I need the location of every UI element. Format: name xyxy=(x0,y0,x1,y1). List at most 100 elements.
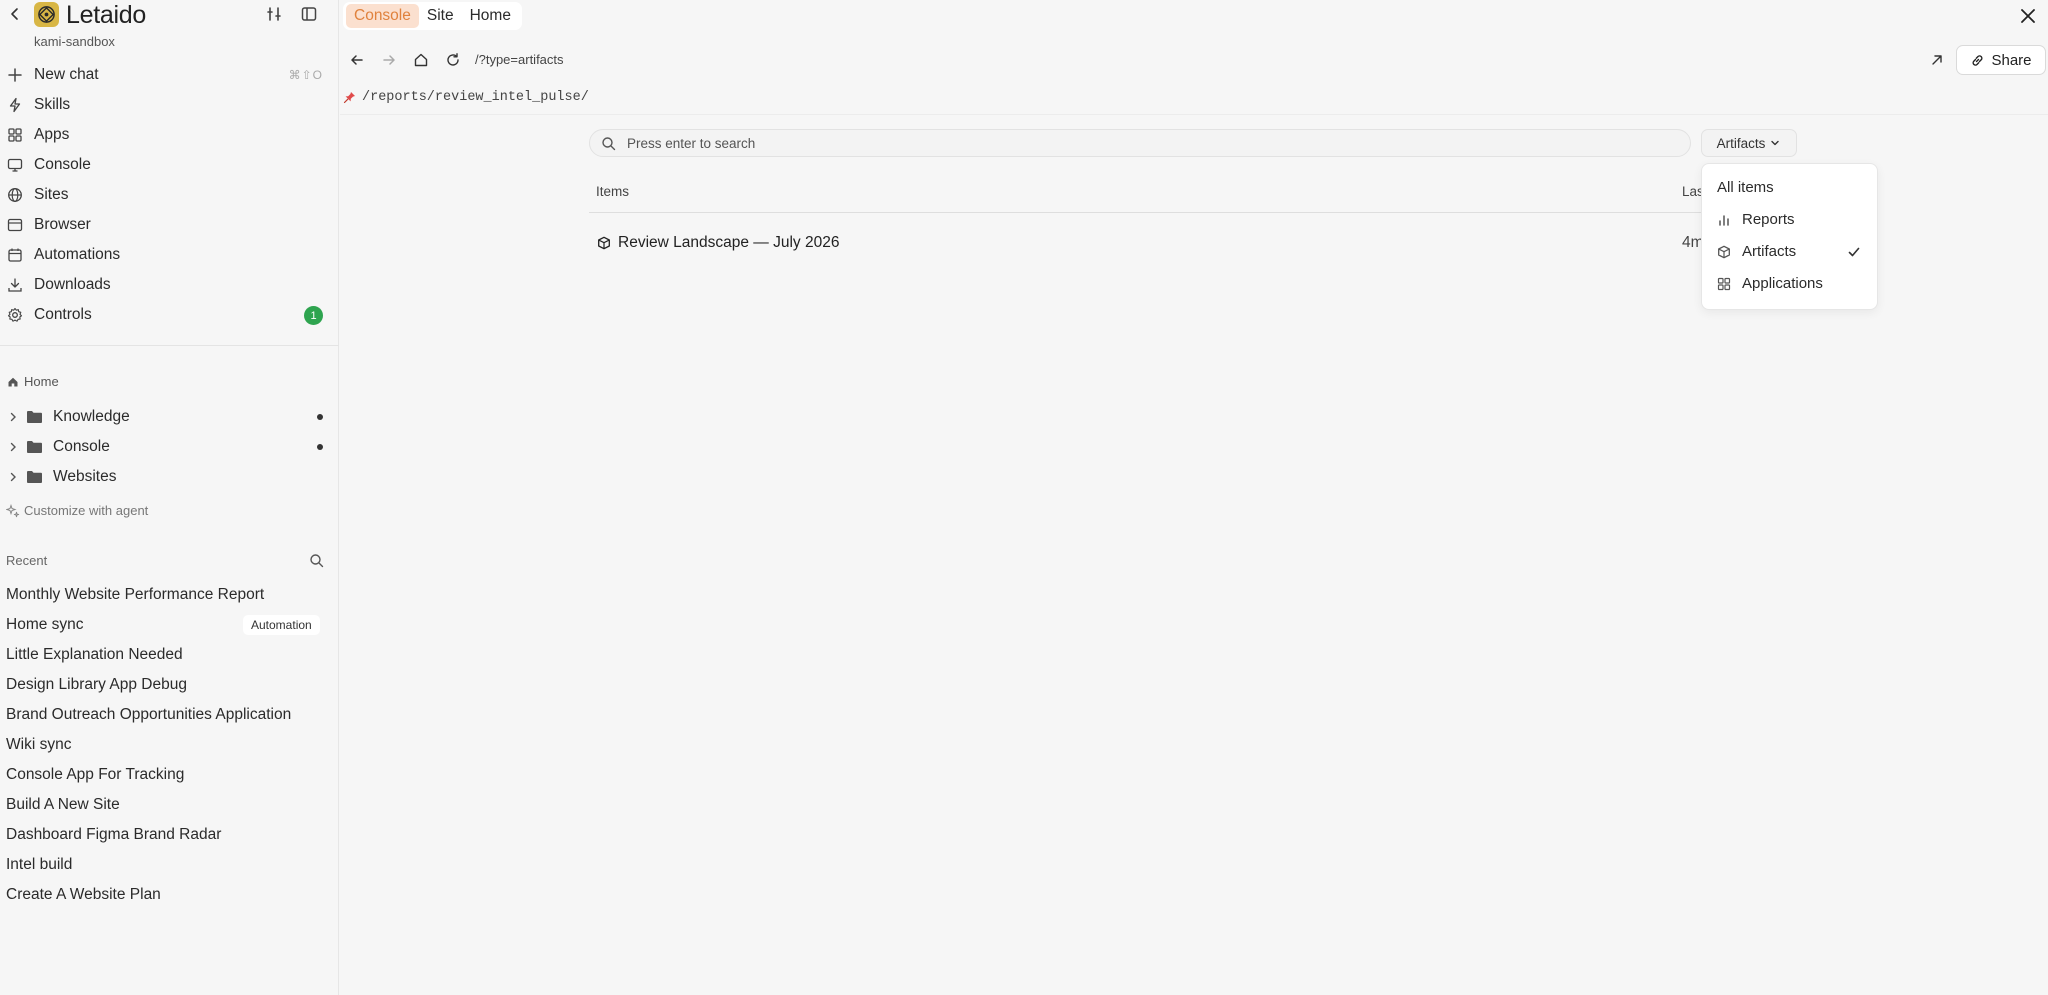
bar-chart-icon xyxy=(1717,213,1731,227)
type-filter-dropdown[interactable]: Artifacts xyxy=(1701,129,1797,157)
gear-icon xyxy=(7,307,23,323)
chevron-right-icon[interactable] xyxy=(7,411,19,423)
view-tabs: Console Site Home xyxy=(343,2,522,30)
nav-apps[interactable]: Apps xyxy=(0,120,339,150)
browser-icon xyxy=(7,217,23,233)
menu-item-all-items[interactable]: All items xyxy=(1702,174,1879,202)
customize-label: Customize with agent xyxy=(24,503,149,518)
menu-item-artifacts[interactable]: Artifacts xyxy=(1702,238,1879,266)
home-icon xyxy=(7,376,19,388)
share-button[interactable]: Share xyxy=(1956,45,2046,75)
brand-logo-icon xyxy=(34,2,59,27)
tree-item-websites[interactable]: Websites xyxy=(0,462,339,492)
recent-label: Build A New Site xyxy=(6,796,120,813)
tab-console[interactable]: Console xyxy=(346,4,419,28)
recent-label: Wiki sync xyxy=(6,736,72,753)
tree-label: Knowledge xyxy=(53,408,130,425)
menu-item-applications[interactable]: Applications xyxy=(1702,270,1879,298)
top-bar: Console Site Home xyxy=(340,0,2048,32)
search-input[interactable]: Press enter to search xyxy=(589,129,1691,157)
tree-item-knowledge[interactable]: Knowledge xyxy=(0,402,339,432)
checkmark-icon xyxy=(1847,245,1861,259)
nav-browser[interactable]: Browser xyxy=(0,210,339,240)
sliders-icon[interactable] xyxy=(265,5,283,23)
recent-item[interactable]: Console App For Tracking xyxy=(0,760,339,790)
recent-item[interactable]: Build A New Site xyxy=(0,790,339,820)
recent-item[interactable]: Little Explanation Needed xyxy=(0,640,339,670)
home-link[interactable]: Home xyxy=(7,374,59,389)
folder-tree: Knowledge Console Websites xyxy=(0,402,339,492)
nav-downloads[interactable]: Downloads xyxy=(0,270,339,300)
url-text[interactable]: /?type=artifacts xyxy=(475,52,564,67)
path-text: /reports/review_intel_pulse/ xyxy=(362,90,589,105)
back-chevron-icon[interactable] xyxy=(6,5,24,23)
folder-icon xyxy=(26,470,43,484)
menu-item-reports[interactable]: Reports xyxy=(1702,206,1879,234)
filter-menu: All items Reports Artifacts Applications xyxy=(1701,163,1878,310)
tree-item-console[interactable]: Console xyxy=(0,432,339,462)
chevron-down-icon xyxy=(1769,137,1781,149)
nav-label: New chat xyxy=(34,66,99,83)
nav-label: Sites xyxy=(34,186,69,203)
row-title: Review Landscape — July 2026 xyxy=(618,234,840,251)
tab-home[interactable]: Home xyxy=(462,4,519,28)
search-icon[interactable] xyxy=(309,553,324,568)
back-arrow-icon[interactable] xyxy=(349,52,365,68)
forward-arrow-icon[interactable] xyxy=(381,52,397,68)
recent-item[interactable]: Monthly Website Performance Report xyxy=(0,580,339,610)
search-placeholder: Press enter to search xyxy=(627,136,756,151)
pin-icon xyxy=(343,91,356,104)
open-external-icon[interactable] xyxy=(1929,52,1945,68)
recent-label: Create A Website Plan xyxy=(6,886,161,903)
table-row[interactable]: Review Landscape — July 2026 4m xyxy=(589,228,1839,258)
filter-label: Artifacts xyxy=(1716,135,1766,151)
sparkle-icon xyxy=(6,503,20,518)
nav-label: Apps xyxy=(34,126,70,143)
recent-item[interactable]: Create A Website Plan xyxy=(0,880,339,910)
refresh-icon[interactable] xyxy=(445,52,461,68)
home-label: Home xyxy=(24,374,59,389)
recent-label: Little Explanation Needed xyxy=(6,646,183,663)
nav-label: Skills xyxy=(34,96,71,113)
nav-skills[interactable]: Skills xyxy=(0,90,339,120)
recent-label: Home sync xyxy=(6,616,84,633)
cube-icon xyxy=(1717,245,1731,259)
recent-label: Brand Outreach Opportunities Application xyxy=(6,706,292,723)
calendar-icon xyxy=(7,247,23,263)
home-icon[interactable] xyxy=(413,52,429,68)
recent-item[interactable]: Wiki sync xyxy=(0,730,339,760)
recent-item[interactable]: Dashboard Figma Brand Radar xyxy=(0,820,339,850)
monitor-icon xyxy=(7,157,23,173)
recent-label: Intel build xyxy=(6,856,73,873)
nav-label: Automations xyxy=(34,246,121,263)
shortcut-hint: ⌘⇧O xyxy=(288,68,323,82)
nav-sites[interactable]: Sites xyxy=(0,180,339,210)
nav-automations[interactable]: Automations xyxy=(0,240,339,270)
customize-with-agent[interactable]: Customize with agent xyxy=(6,503,148,518)
close-icon[interactable] xyxy=(2018,6,2038,26)
recent-item[interactable]: Brand Outreach Opportunities Application xyxy=(0,700,339,730)
recent-item[interactable]: Home sync Automation xyxy=(0,610,339,640)
download-icon xyxy=(7,277,23,293)
recent-label: Monthly Website Performance Report xyxy=(6,586,265,603)
menu-label: Artifacts xyxy=(1742,243,1797,260)
recent-item[interactable]: Design Library App Debug xyxy=(0,670,339,700)
tab-site[interactable]: Site xyxy=(419,4,462,28)
sidebar-toggle-icon[interactable] xyxy=(300,5,318,23)
column-header-items[interactable]: Items xyxy=(596,184,629,199)
chevron-right-icon[interactable] xyxy=(7,471,19,483)
unread-dot xyxy=(317,444,323,450)
grid-icon xyxy=(1717,277,1731,291)
menu-label: All items xyxy=(1717,179,1774,196)
nav-controls[interactable]: Controls 1 xyxy=(0,300,339,330)
folder-icon xyxy=(26,410,43,424)
nav-new-chat[interactable]: New chat ⌘⇧O xyxy=(0,60,339,90)
workspace-name[interactable]: kami-sandbox xyxy=(34,34,115,49)
nav-label: Console xyxy=(34,156,91,173)
brand-name: Letaido xyxy=(66,1,146,29)
folder-icon xyxy=(26,440,43,454)
chevron-right-icon[interactable] xyxy=(7,441,19,453)
recent-item[interactable]: Intel build xyxy=(0,850,339,880)
nav-console[interactable]: Console xyxy=(0,150,339,180)
recent-label: Console App For Tracking xyxy=(6,766,185,783)
